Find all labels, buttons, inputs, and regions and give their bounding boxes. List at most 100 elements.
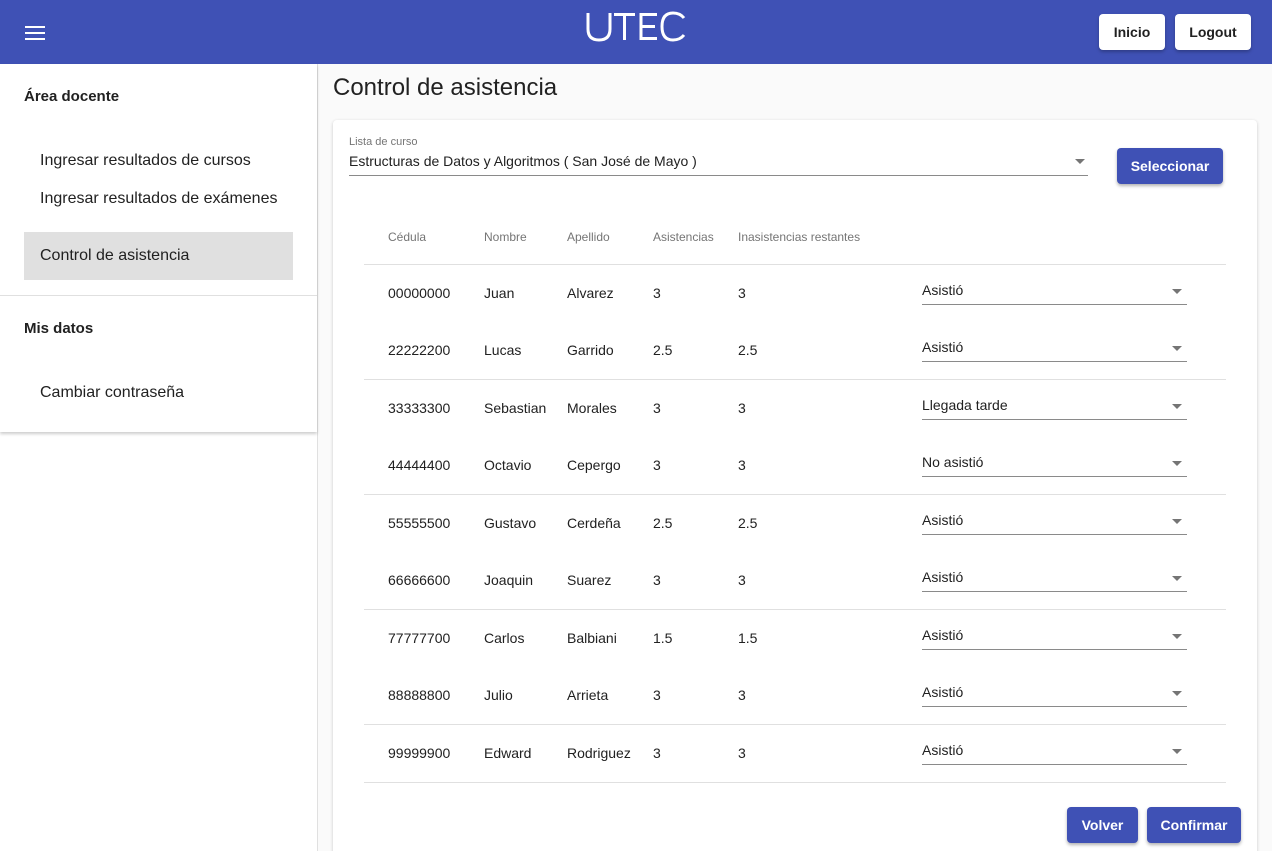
nombre-cell: Julio: [484, 686, 513, 703]
utec-logo: UTEC: [585, 10, 689, 44]
page-title: Control de asistencia: [333, 74, 558, 101]
attendance-status-select[interactable]: Asistió: [922, 338, 1187, 362]
nombre-cell: Gustavo: [484, 515, 537, 531]
inasistencias-cell: 2.5: [738, 341, 758, 358]
sidebar-menu: Área docente Ingresar resultados de curs…: [0, 64, 317, 432]
apellido-cell: Arrieta: [567, 686, 609, 703]
cedula-cell: 55555500: [388, 515, 451, 531]
cedula-cell: 33333300: [388, 400, 451, 416]
sidebar-item-ingresar-resultados-cursos[interactable]: Ingresar resultados de cursos: [24, 151, 293, 171]
apellido-cell: Rodriguez: [567, 745, 631, 761]
sidebar-item-control-asistencia[interactable]: Control de asistencia: [24, 232, 293, 280]
dropdown-arrow-icon: [1172, 634, 1182, 639]
inicio-button[interactable]: Inicio: [1099, 14, 1165, 50]
dropdown-arrow-icon: [1172, 575, 1182, 581]
confirmar-button[interactable]: Confirmar: [1147, 807, 1241, 843]
asistencias-cell: 2.5: [653, 341, 673, 358]
attendance-status-value: Asistió: [922, 568, 964, 585]
table-bottom-divider: [364, 781, 1226, 783]
sidebar-item-ingresar-resultados-examenes[interactable]: Ingresar resultados de exámenes: [24, 189, 293, 229]
inasistencias-cell: 3: [738, 285, 746, 301]
attendance-status-value: No asistió: [922, 453, 984, 470]
table-row: 77777700 Carlos Balbiani 1.5 1.5 Asistió: [364, 609, 1226, 667]
table-row: 88888800 Julio Arrieta 3 3 Asistió: [364, 667, 1226, 725]
cedula-cell: 66666600: [388, 571, 451, 588]
sidebar: Área docente Ingresar resultados de curs…: [0, 64, 318, 851]
attendance-status-value: Asistió: [922, 338, 964, 355]
attendance-status-select[interactable]: Asistió: [922, 626, 1187, 650]
dropdown-arrow-icon: [1172, 460, 1182, 466]
inasistencias-cell: 3: [738, 571, 746, 588]
column-header-nombre: Nombre: [484, 230, 527, 244]
attendance-status-select[interactable]: No asistió: [922, 453, 1187, 477]
table-row: 44444400 Octavio Cepergo 3 3 No asistió: [364, 437, 1226, 495]
table-row: 00000000 Juan Alvarez 3 3 Asistió: [364, 264, 1226, 322]
attendance-status-value: Llegada tarde: [922, 397, 1008, 413]
attendance-status-select[interactable]: Asistió: [922, 281, 1187, 305]
table-row: 55555500 Gustavo Cerdeña 2.5 2.5 Asistió: [364, 494, 1226, 552]
column-header-cedula: Cédula: [388, 230, 427, 244]
inasistencias-cell: 1.5: [738, 630, 758, 646]
volver-button[interactable]: Volver: [1067, 807, 1138, 843]
apellido-cell: Alvarez: [567, 285, 614, 301]
attendance-status-value: Asistió: [922, 742, 964, 758]
nombre-cell: Octavio: [484, 456, 532, 473]
asistencias-cell: 3: [653, 571, 661, 588]
sidebar-item-cambiar-contrasena[interactable]: Cambiar contraseña: [24, 383, 293, 403]
dropdown-arrow-icon: [1075, 159, 1085, 164]
sidebar-divider: [0, 295, 317, 296]
nombre-cell: Sebastian: [484, 400, 547, 416]
attendance-status-select[interactable]: Asistió: [922, 741, 1187, 765]
inasistencias-cell: 2.5: [738, 515, 758, 531]
attendance-status-select[interactable]: Asistió: [922, 511, 1187, 535]
nombre-cell: Juan: [484, 285, 515, 301]
seleccionar-button[interactable]: Seleccionar: [1117, 148, 1223, 184]
nombre-cell: Lucas: [484, 341, 522, 358]
attendance-status-select[interactable]: Llegada tarde: [922, 396, 1187, 420]
table-row: 99999900 Edward Rodriguez 3 3 Asistió: [364, 724, 1226, 782]
apellido-cell: Balbiani: [567, 630, 617, 646]
cedula-cell: 88888800: [388, 686, 451, 703]
hamburger-menu-icon[interactable]: [25, 26, 45, 40]
dropdown-arrow-icon: [1172, 690, 1182, 696]
apellido-cell: Suarez: [567, 571, 612, 588]
inasistencias-cell: 3: [738, 456, 746, 473]
top-app-bar: UTEC Inicio Logout: [0, 0, 1272, 64]
attendance-status-value: Asistió: [922, 683, 964, 700]
asistencias-cell: 3: [653, 456, 661, 473]
asistencias-cell: 2.5: [653, 515, 673, 531]
attendance-status-select[interactable]: Asistió: [922, 683, 1187, 707]
logout-button[interactable]: Logout: [1175, 14, 1251, 50]
course-select[interactable]: Estructuras de Datos y Algoritmos ( San …: [349, 150, 1088, 176]
course-select-value: Estructuras de Datos y Algoritmos ( San …: [349, 153, 697, 169]
dropdown-arrow-icon: [1172, 345, 1182, 351]
column-header-inasistencias: Inasistencias restantes: [738, 230, 861, 244]
apellido-cell: Garrido: [567, 341, 614, 358]
cedula-cell: 00000000: [388, 285, 451, 301]
course-field-label: Lista de curso: [349, 136, 418, 148]
nombre-cell: Carlos: [484, 630, 525, 646]
nombre-cell: Edward: [484, 745, 532, 761]
cedula-cell: 44444400: [388, 456, 451, 473]
attendance-status-value: Asistió: [922, 627, 964, 643]
dropdown-arrow-icon: [1172, 519, 1182, 524]
section-title-mis-datos: Mis datos: [24, 320, 94, 337]
table-row: 33333300 Sebastian Morales 3 3 Llegada tarde: [364, 379, 1226, 437]
dropdown-arrow-icon: [1172, 749, 1182, 754]
attendance-status-value: Asistió: [922, 512, 964, 528]
asistencias-cell: 3: [653, 285, 661, 301]
inasistencias-cell: 3: [738, 745, 746, 761]
attendance-card: Lista de curso Estructuras de Datos y Al…: [333, 120, 1257, 851]
table-row: 66666600 Joaquin Suarez 3 3 Asistió: [364, 552, 1226, 610]
table-row: 22222200 Lucas Garrido 2.5 2.5 Asistió: [364, 322, 1226, 380]
asistencias-cell: 3: [653, 686, 661, 703]
nombre-cell: Joaquin: [484, 571, 534, 588]
apellido-cell: Cepergo: [567, 456, 621, 473]
column-header-asistencias: Asistencias: [653, 230, 714, 244]
apellido-cell: Cerdeña: [567, 515, 621, 531]
inasistencias-cell: 3: [738, 686, 746, 703]
cedula-cell: 99999900: [388, 745, 451, 761]
inasistencias-cell: 3: [738, 400, 746, 416]
attendance-status-select[interactable]: Asistió: [922, 568, 1187, 592]
asistencias-cell: 3: [653, 745, 661, 761]
